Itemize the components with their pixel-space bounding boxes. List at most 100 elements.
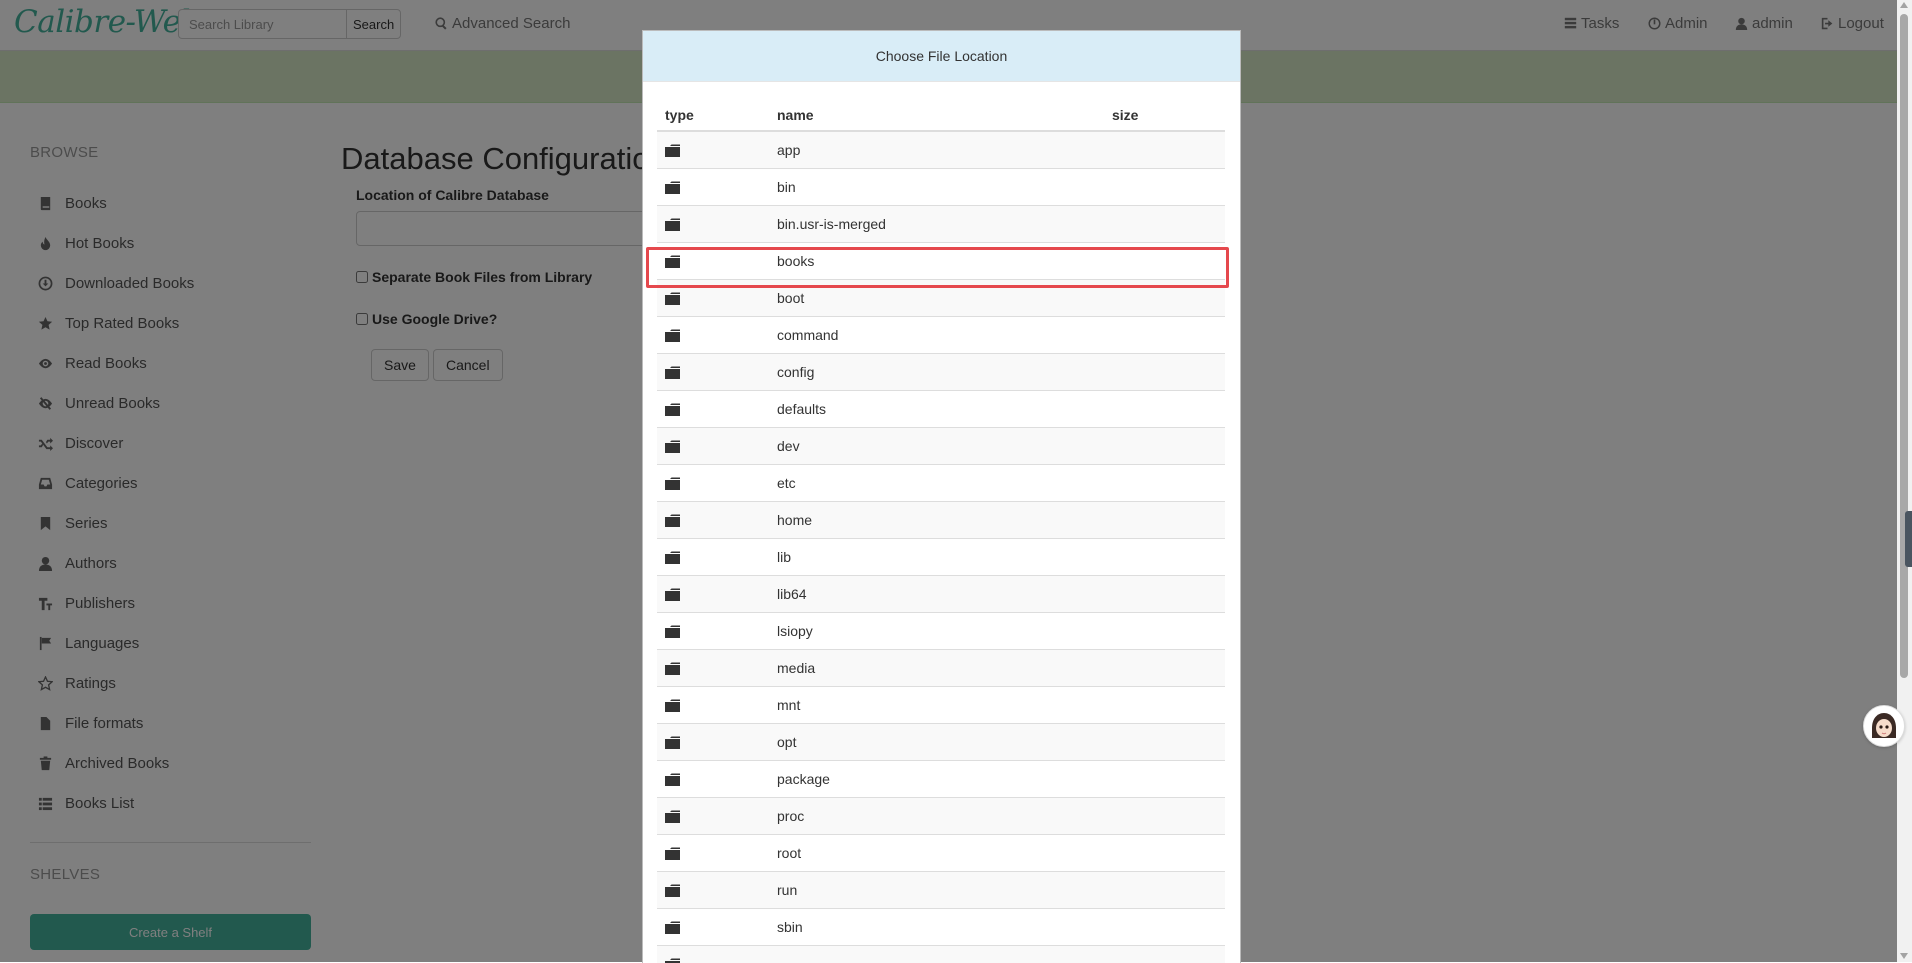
table-row[interactable]: lib — [657, 539, 1225, 576]
table-row[interactable]: root — [657, 835, 1225, 872]
file-type-cell — [657, 847, 777, 860]
table-row[interactable]: app — [657, 132, 1225, 169]
side-panel-tab[interactable] — [1905, 511, 1912, 567]
file-location-modal: Choose File Location type name size app b… — [642, 30, 1241, 963]
table-row[interactable]: defaults — [657, 391, 1225, 428]
file-name-cell: dev — [777, 438, 1112, 454]
file-name-cell: boot — [777, 290, 1112, 306]
file-type-cell — [657, 699, 777, 712]
folder-icon — [665, 514, 680, 527]
table-row[interactable]: opt — [657, 724, 1225, 761]
file-name-cell: etc — [777, 475, 1112, 491]
file-type-cell — [657, 403, 777, 416]
file-type-cell — [657, 144, 777, 157]
file-type-cell — [657, 662, 777, 675]
file-table: type name size app bin bin.usr-is-merged bo… — [657, 99, 1225, 963]
file-type-cell — [657, 181, 777, 194]
file-type-cell — [657, 958, 777, 963]
file-type-cell — [657, 292, 777, 305]
file-name-cell: root — [777, 845, 1112, 861]
modal-header: Choose File Location — [643, 31, 1240, 82]
table-row[interactable]: sbin — [657, 909, 1225, 946]
folder-icon — [665, 625, 680, 638]
modal-title: Choose File Location — [876, 48, 1008, 64]
file-name-cell: command — [777, 327, 1112, 343]
column-header-type[interactable]: type — [657, 107, 777, 123]
scroll-thumb[interactable] — [1900, 14, 1908, 678]
file-name-cell: config — [777, 364, 1112, 380]
table-row[interactable]: media — [657, 650, 1225, 687]
file-name-cell: media — [777, 660, 1112, 676]
file-type-cell — [657, 440, 777, 453]
file-name-cell: bin.usr-is-merged — [777, 216, 1112, 232]
folder-icon — [665, 921, 680, 934]
table-row[interactable]: command — [657, 317, 1225, 354]
file-name-cell: sbin — [777, 919, 1112, 935]
table-row[interactable]: lsiopy — [657, 613, 1225, 650]
folder-icon — [665, 662, 680, 675]
file-type-cell — [657, 884, 777, 897]
page-scrollbar[interactable] — [1897, 0, 1912, 962]
scroll-up-arrow-icon[interactable] — [1900, 2, 1908, 8]
file-name-cell: package — [777, 771, 1112, 787]
folder-icon — [665, 403, 680, 416]
file-name-cell: proc — [777, 808, 1112, 824]
file-type-cell — [657, 810, 777, 823]
table-row[interactable]: etc — [657, 465, 1225, 502]
table-row[interactable]: bin.usr-is-merged — [657, 206, 1225, 243]
file-type-cell — [657, 588, 777, 601]
folder-icon — [665, 773, 680, 786]
file-name-cell: bin — [777, 179, 1112, 195]
file-type-cell — [657, 773, 777, 786]
table-header: type name size — [657, 99, 1225, 132]
folder-icon — [665, 699, 680, 712]
file-name-cell: run — [777, 882, 1112, 898]
table-row[interactable] — [657, 946, 1225, 963]
column-header-size[interactable]: size — [1112, 107, 1225, 123]
file-name-cell: lib — [777, 549, 1112, 565]
folder-icon — [665, 218, 680, 231]
file-type-cell — [657, 551, 777, 564]
file-name-cell: lsiopy — [777, 623, 1112, 639]
table-row[interactable]: package — [657, 761, 1225, 798]
table-row[interactable]: run — [657, 872, 1225, 909]
file-name-cell: app — [777, 142, 1112, 158]
folder-icon — [665, 551, 680, 564]
scroll-down-arrow-icon[interactable] — [1900, 953, 1908, 959]
file-type-cell — [657, 625, 777, 638]
file-type-cell — [657, 514, 777, 527]
table-row[interactable]: config — [657, 354, 1225, 391]
file-name-cell: home — [777, 512, 1112, 528]
file-name-cell: defaults — [777, 401, 1112, 417]
table-row[interactable]: proc — [657, 798, 1225, 835]
file-name-cell: mnt — [777, 697, 1112, 713]
folder-icon — [665, 847, 680, 860]
file-type-cell — [657, 736, 777, 749]
table-row[interactable]: dev — [657, 428, 1225, 465]
file-type-cell — [657, 218, 777, 231]
assistant-avatar[interactable] — [1863, 705, 1905, 747]
folder-icon — [665, 810, 680, 823]
folder-icon — [665, 736, 680, 749]
folder-icon — [665, 366, 680, 379]
file-type-cell — [657, 366, 777, 379]
file-type-cell — [657, 329, 777, 342]
folder-icon — [665, 292, 680, 305]
folder-icon — [665, 440, 680, 453]
column-header-name[interactable]: name — [777, 107, 1112, 123]
folder-icon — [665, 181, 680, 194]
table-row[interactable]: home — [657, 502, 1225, 539]
table-row[interactable]: bin — [657, 169, 1225, 206]
folder-icon — [665, 144, 680, 157]
selection-highlight — [646, 247, 1229, 288]
file-name-cell: opt — [777, 734, 1112, 750]
folder-icon — [665, 588, 680, 601]
table-row[interactable]: lib64 — [657, 576, 1225, 613]
file-type-cell — [657, 921, 777, 934]
folder-icon — [665, 329, 680, 342]
folder-icon — [665, 884, 680, 897]
table-row[interactable]: mnt — [657, 687, 1225, 724]
folder-icon — [665, 477, 680, 490]
file-type-cell — [657, 477, 777, 490]
folder-icon — [665, 958, 680, 963]
